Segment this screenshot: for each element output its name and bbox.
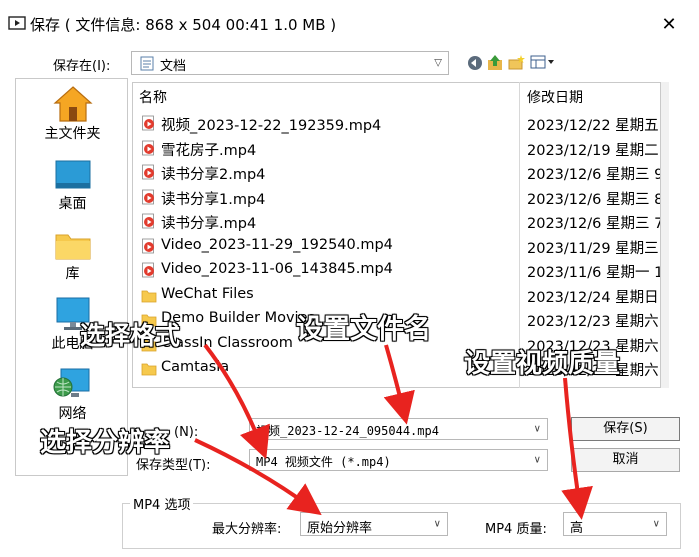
place-label: 桌面 [58,196,87,212]
filename-value: 视频_2023-12-24_095044.mp4 [256,424,439,438]
options-group-label: MP4 选项 [130,494,194,513]
close-button[interactable]: ✕ [658,15,680,35]
vertical-scrollbar[interactable] [661,82,669,388]
file-row[interactable]: 雪花房子.mp4 2023/12/19 星期二 [133,136,660,161]
folder-icon [141,290,157,302]
library-folder-icon [55,234,90,260]
chevron-down-icon: ▽ [434,57,442,69]
video-save-icon [8,16,26,30]
video-file-icon [142,164,154,180]
place-label: 网络 [58,406,87,422]
file-name: Video_2023-11-06_143845.mp4 [161,261,393,277]
file-name: WeChat Files [161,285,254,302]
file-row[interactable]: Video_2023-11-29_192540.mp4 2023/11/29 星期… [133,234,660,259]
file-name: 视频_2023-12-22_192359.mp4 [161,118,382,134]
annotation-quality: 设置视频质量 [463,348,621,379]
file-date: 2023/12/24 星期日 [527,289,659,306]
window-title: 保存 ( 文件信息: 868 x 504 00:41 1.0 MB ) [30,16,337,34]
video-file-icon [142,262,154,278]
chevron-down-icon: ∨ [433,518,441,530]
filename-label: (N): [174,425,199,440]
video-file-icon [142,140,154,155]
save-in-value: 文档 [160,59,187,74]
save-in-label: 保存在(I): [53,59,111,74]
filename-input[interactable]: 视频_2023-12-24_095044.mp4 ∨ [249,418,548,440]
place-network[interactable]: 网络 [16,363,129,423]
resolution-label: 最大分辨率: [212,522,282,537]
file-date: 2023/12/6 星期三 9 [527,167,661,183]
chevron-down-icon: ∨ [533,423,541,435]
file-row[interactable]: 读书分享1.mp4 2023/12/6 星期三 8 [133,185,661,210]
place-desktop[interactable]: 桌面 [16,157,129,217]
file-date: 2023/12/23 星期六 [527,314,659,330]
quality-value: 高 [570,521,584,536]
annotation-filename: 设置文件名 [295,313,431,345]
document-folder-icon [140,56,154,71]
file-row[interactable]: 读书分享2.mp4 2023/12/6 星期三 9 [133,160,661,185]
file-row[interactable]: Video_2023-11-06_143845.mp4 2023/11/6 星期一… [133,258,661,283]
network-icon [53,368,89,397]
filetype-value: MP4 视频文件 (*.mp4) [256,455,391,469]
file-name: Camtasia [161,359,230,375]
file-date: 2023/12/6 星期三 8 [527,191,661,208]
resolution-value: 原始分辨率 [307,521,373,536]
file-row[interactable]: 视频_2023-12-22_192359.mp4 2023/12/22 星期五 [133,111,660,136]
column-header-date[interactable]: 修改日期 [527,83,583,111]
place-library[interactable]: 库 [16,227,129,287]
quality-dropdown[interactable]: 高 ∨ [563,512,667,536]
filetype-dropdown[interactable]: MP4 视频文件 (*.mp4) ∨ [249,449,548,471]
video-file-icon [142,213,154,229]
desktop-icon [55,160,90,189]
new-folder-icon[interactable] [508,54,525,71]
file-date: 2023/11/29 星期三 [527,240,659,257]
file-name: Demo Builder Movies [161,310,316,326]
file-date: 2023/12/22 星期五 [527,118,659,134]
file-name: 读书分享2.mp4 [161,167,266,183]
place-home[interactable]: 主文件夹 [16,85,129,149]
file-row[interactable]: WeChat Files 2023/12/24 星期日 [133,283,660,308]
column-header-name[interactable]: 名称 [139,83,167,111]
file-name: 读书分享.mp4 [161,216,257,232]
file-name: ClassIn Classroom [161,334,293,351]
file-row[interactable]: 读书分享.mp4 2023/12/6 星期三 7 [133,209,661,234]
cancel-button[interactable]: 取消 [571,448,680,472]
resolution-dropdown[interactable]: 原始分辨率 ∨ [300,512,448,536]
file-name: Video_2023-11-29_192540.mp4 [161,236,393,253]
video-file-icon [142,238,154,253]
save-in-dropdown[interactable]: 文档 ▽ [131,51,449,75]
place-label: 主文件夹 [44,126,101,142]
file-date: 2023/12/6 星期三 7 [527,216,661,232]
up-folder-icon[interactable] [487,54,503,71]
arrow-to-quality [561,377,593,520]
file-name: 雪花房子.mp4 [161,142,257,159]
folder-icon [141,363,157,376]
annotation-resolution: 选择分辨率 [39,427,171,458]
home-icon [52,86,93,122]
quality-label: MP4 质量: [485,522,547,537]
file-name: 读书分享1.mp4 [161,191,266,208]
view-menu-icon[interactable] [530,55,556,70]
file-date: 2023/11/6 星期一 1 [527,265,661,281]
chevron-down-icon: ∨ [533,454,541,466]
video-file-icon [142,115,154,131]
file-date: 2023/12/19 星期二 [527,142,659,159]
back-icon[interactable] [467,55,483,71]
annotation-format: 选择格式 [79,320,181,350]
chevron-down-icon: ∨ [652,518,660,530]
video-file-icon [142,189,154,204]
places-bar: 主文件夹 桌面 库 此电脑 网络 [15,78,128,476]
place-label: 库 [65,266,80,282]
save-button[interactable]: 保存(S) [571,417,680,441]
